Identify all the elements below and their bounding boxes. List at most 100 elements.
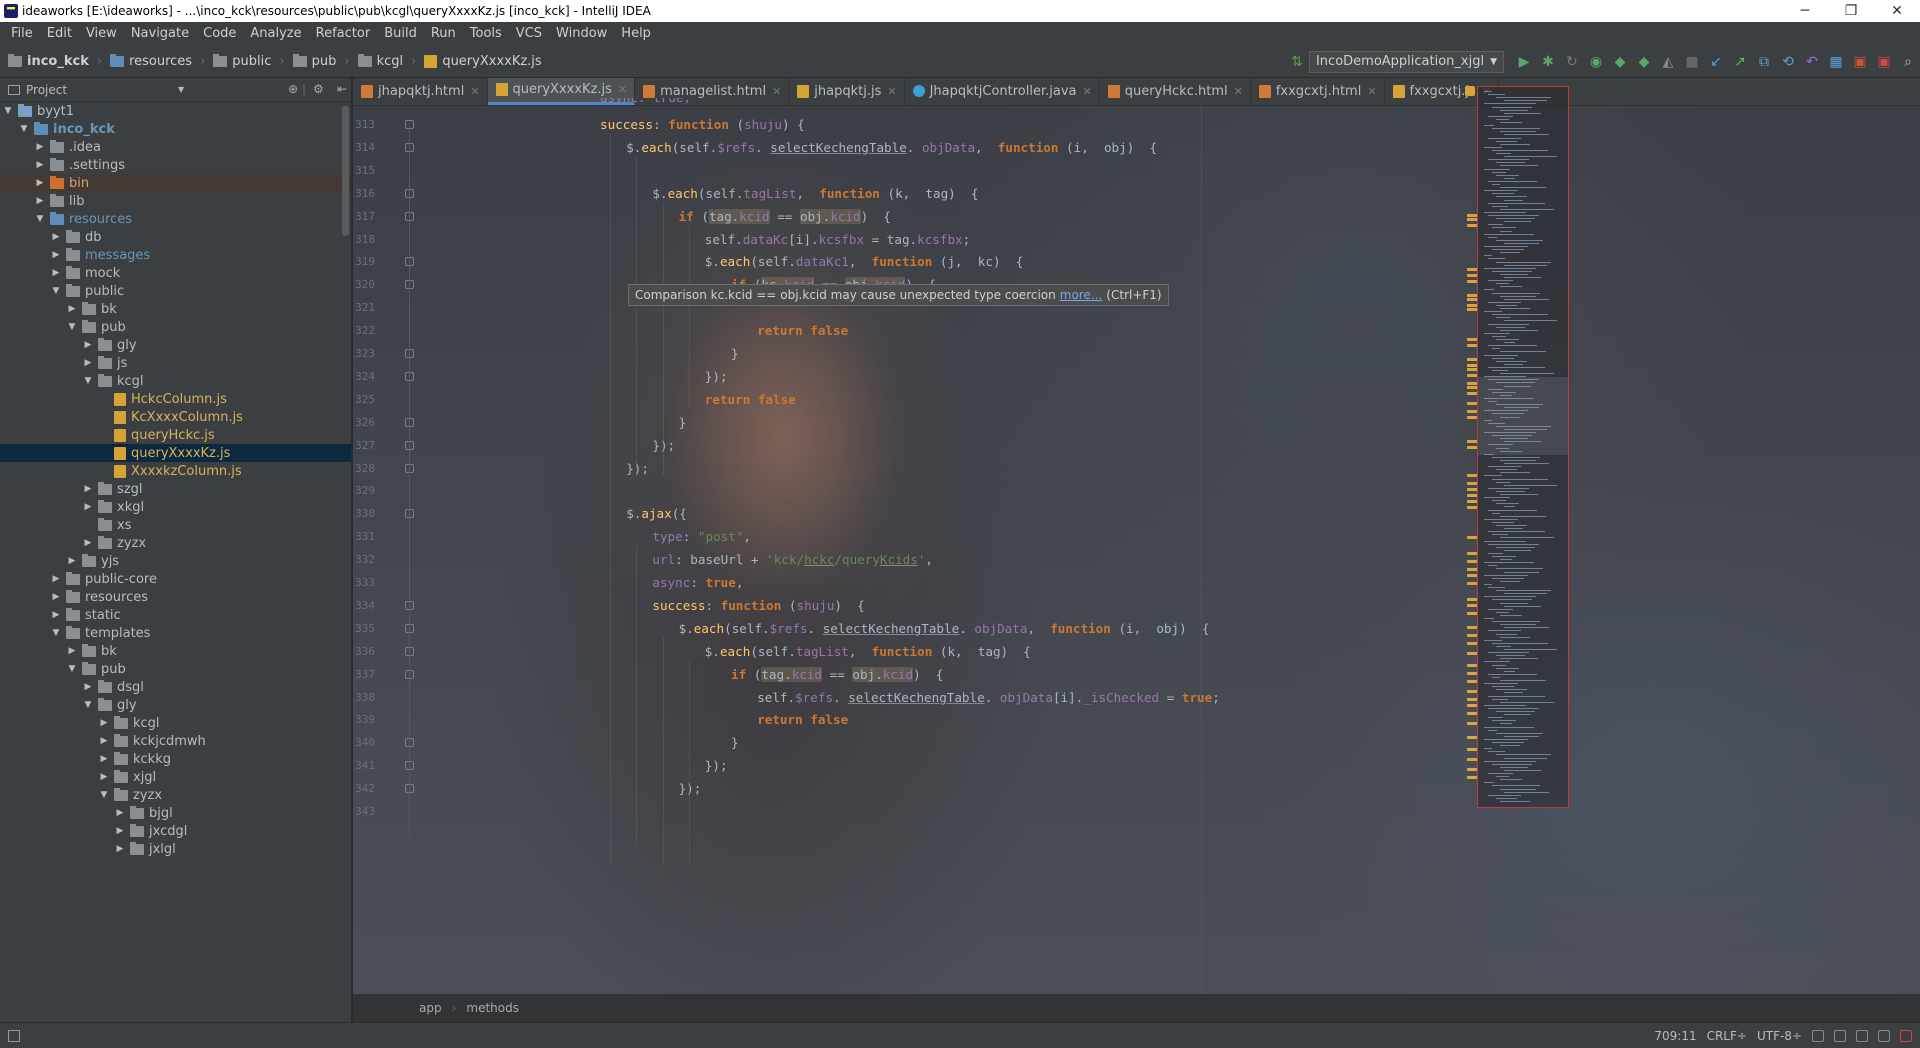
scroll-from-source-icon[interactable]: ⊕ [288, 82, 298, 96]
close-tab-icon[interactable]: ✕ [618, 83, 627, 96]
tree-node[interactable]: ▶ xjgl [0, 768, 351, 786]
encoding-widget[interactable]: UTF-8÷ [1757, 1029, 1802, 1043]
warning-marker[interactable] [1467, 612, 1477, 615]
project-scrollbar[interactable] [342, 106, 349, 236]
warning-marker[interactable] [1467, 280, 1477, 283]
warning-marker[interactable] [1467, 214, 1477, 217]
close-tab-icon[interactable]: ✕ [470, 85, 479, 98]
git-icon[interactable] [1834, 1029, 1846, 1042]
warning-marker[interactable] [1467, 560, 1477, 563]
tree-node[interactable]: ▶ public-core [0, 570, 351, 588]
editor-tab[interactable]: JhapqktjController.java ✕ [905, 78, 1100, 105]
warning-marker[interactable] [1467, 758, 1477, 761]
tree-node[interactable]: ▶ kcgl [0, 714, 351, 732]
breadcrumb-resources[interactable]: resources › [102, 54, 205, 69]
menu-tools[interactable]: Tools [463, 22, 509, 46]
tree-node[interactable]: HckcColumn.js [0, 390, 351, 408]
memory-icon[interactable] [1856, 1029, 1868, 1042]
chevron-down-icon[interactable]: ▼ [50, 286, 62, 296]
warning-marker[interactable] [1467, 574, 1477, 577]
chevron-right-icon[interactable]: ▶ [98, 772, 110, 782]
tree-node[interactable]: ▶ lib [0, 192, 351, 210]
menu-navigate[interactable]: Navigate [124, 22, 196, 46]
warning-marker[interactable] [1467, 382, 1477, 385]
editor-tab[interactable]: queryHckc.html ✕ [1100, 78, 1251, 105]
menu-refactor[interactable]: Refactor [309, 22, 378, 46]
breadcrumb-file[interactable]: queryXxxxKz.js [416, 54, 542, 69]
chevron-right-icon[interactable]: ▶ [114, 844, 126, 854]
chevron-right-icon[interactable]: ▶ [34, 160, 46, 170]
tree-node[interactable]: ▼ templates [0, 624, 351, 642]
warning-marker[interactable] [1467, 392, 1477, 395]
hide-panel-icon[interactable]: ⇤ [337, 82, 347, 96]
warning-marker[interactable] [1467, 474, 1477, 477]
menu-view[interactable]: View [79, 22, 124, 46]
warning-marker[interactable] [1467, 368, 1477, 371]
warning-marker[interactable] [1467, 768, 1477, 771]
warning-marker[interactable] [1467, 536, 1477, 539]
warning-marker[interactable] [1467, 494, 1477, 497]
breadcrumb-pub[interactable]: pub › [285, 54, 350, 69]
tooltip-more-link[interactable]: more... [1060, 288, 1103, 302]
chevron-right-icon[interactable]: ▶ [66, 646, 78, 656]
warning-marker[interactable] [1467, 690, 1477, 693]
lock-icon[interactable] [1812, 1029, 1824, 1042]
tree-node[interactable]: ▼ public [0, 282, 351, 300]
tree-node[interactable]: ▶ jxlgl [0, 840, 351, 858]
warning-marker[interactable] [1467, 552, 1477, 555]
tree-node[interactable]: ▼ kcgl [0, 372, 351, 390]
gear-icon[interactable]: ⚙ [313, 82, 324, 96]
project-panel-title[interactable]: Project [26, 83, 67, 97]
warning-marker[interactable] [1467, 506, 1477, 509]
tree-node[interactable]: ▶ zyzx [0, 534, 351, 552]
chevron-right-icon[interactable]: ▶ [82, 484, 94, 494]
warning-marker[interactable] [1467, 294, 1477, 297]
vcs-update-icon[interactable]: ↙ [1704, 51, 1728, 73]
warning-marker[interactable] [1467, 374, 1477, 377]
chevron-right-icon[interactable]: ▶ [66, 304, 78, 314]
close-tab-icon[interactable]: ✕ [1083, 85, 1092, 98]
warning-marker[interactable] [1467, 298, 1477, 301]
close-tab-icon[interactable]: ✕ [887, 85, 896, 98]
chevron-right-icon[interactable]: ▶ [50, 232, 62, 242]
menu-help[interactable]: Help [614, 22, 658, 46]
chevron-down-icon[interactable]: ▼ [82, 700, 94, 710]
warning-marker[interactable] [1467, 736, 1477, 739]
warning-marker[interactable] [1467, 568, 1477, 571]
chevron-right-icon[interactable]: ▶ [50, 610, 62, 620]
chevron-down-icon[interactable]: ▼ [98, 790, 110, 800]
warning-marker[interactable] [1467, 748, 1477, 751]
code-text-area[interactable]: async: true,success: function (shuju) {$… [419, 98, 1459, 994]
tree-node[interactable]: queryXxxxKz.js [0, 444, 351, 462]
warning-marker[interactable] [1467, 672, 1477, 675]
line-separator-widget[interactable]: CRLF÷ [1707, 1029, 1747, 1043]
tree-node[interactable]: ▼ pub [0, 660, 351, 678]
warning-marker[interactable] [1467, 482, 1477, 485]
sdk-icon[interactable]: ▣ [1848, 51, 1872, 73]
menu-edit[interactable]: Edit [40, 22, 79, 46]
chevron-right-icon[interactable]: ▶ [98, 754, 110, 764]
inspection-status-icon[interactable] [1465, 86, 1475, 96]
chevron-right-icon[interactable]: ▶ [98, 718, 110, 728]
chevron-right-icon[interactable]: ▶ [98, 736, 110, 746]
chevron-right-icon[interactable]: ▶ [82, 358, 94, 368]
close-tab-icon[interactable]: ✕ [772, 85, 781, 98]
tree-node[interactable]: ▶ bjgl [0, 804, 351, 822]
vcs-commit-icon[interactable]: ↗ [1728, 51, 1752, 73]
warning-marker[interactable] [1467, 386, 1477, 389]
warning-marker[interactable] [1467, 776, 1477, 779]
chevron-right-icon[interactable]: ▶ [50, 268, 62, 278]
chevron-right-icon[interactable]: ▶ [34, 178, 46, 188]
tree-node[interactable]: ▶ jxcdgl [0, 822, 351, 840]
warning-marker[interactable] [1467, 446, 1477, 449]
caret-position[interactable]: 709:11 [1654, 1029, 1696, 1043]
chevron-down-icon[interactable]: ▼ [34, 214, 46, 224]
chevron-down-icon[interactable]: ▼ [50, 628, 62, 638]
close-tab-icon[interactable]: ✕ [1367, 85, 1376, 98]
tree-node[interactable]: ▶ gly [0, 336, 351, 354]
chevron-right-icon[interactable]: ▶ [34, 196, 46, 206]
warning-marker[interactable] [1467, 416, 1477, 419]
tree-node[interactable]: ▶ .idea [0, 138, 351, 156]
tree-node[interactable]: ▶ bin [0, 174, 351, 192]
search-everywhere-icon[interactable]: ⌕ [1896, 51, 1920, 73]
